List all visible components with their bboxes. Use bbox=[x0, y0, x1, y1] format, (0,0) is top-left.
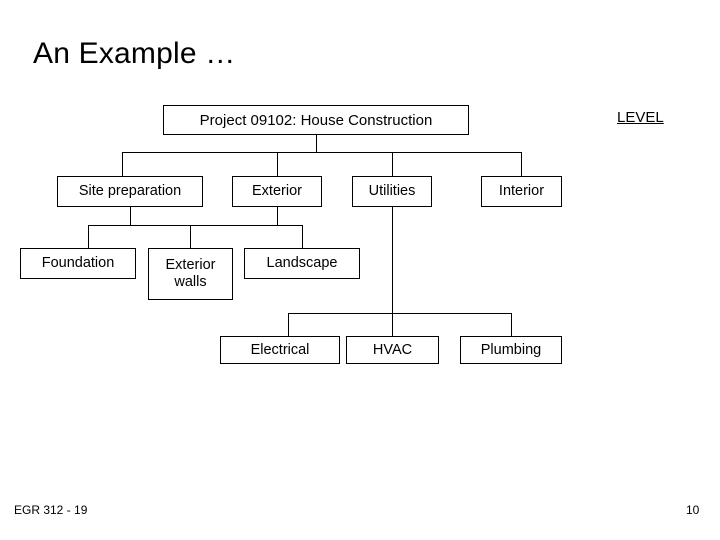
node-exterior-walls: Exterior walls bbox=[148, 248, 233, 300]
connector-bus-level3-to-level4 bbox=[288, 313, 512, 314]
node-site-preparation: Site preparation bbox=[57, 176, 203, 207]
connector-drop-site bbox=[122, 152, 123, 176]
connector-drop-exterior-walls bbox=[190, 225, 191, 248]
footer-page-number: 10 bbox=[686, 503, 700, 517]
node-label: Electrical bbox=[250, 341, 310, 358]
node-label: Site preparation bbox=[78, 183, 182, 199]
node-plumbing: Plumbing bbox=[460, 336, 562, 364]
connector-bus-level2-to-level3 bbox=[88, 225, 303, 226]
node-landscape: Landscape bbox=[244, 248, 360, 279]
connector-utilities-stem bbox=[392, 207, 393, 313]
node-label: Exterior bbox=[252, 183, 302, 199]
node-label: Foundation bbox=[41, 255, 115, 271]
connector-exterior-stem bbox=[277, 207, 278, 225]
node-label: Interior bbox=[498, 183, 545, 199]
node-hvac: HVAC bbox=[346, 336, 439, 364]
connector-drop-interior bbox=[521, 152, 522, 176]
connector-root-stem bbox=[316, 135, 317, 152]
node-label: Plumbing bbox=[480, 341, 542, 358]
connector-bus-level1-to-level2 bbox=[122, 152, 521, 153]
footer-course-label: EGR 312 - 19 bbox=[14, 503, 88, 517]
connector-drop-utilities bbox=[392, 152, 393, 176]
node-interior: Interior bbox=[481, 176, 562, 207]
slide-canvas: An Example … LEVEL Project 09102: House … bbox=[0, 0, 720, 540]
node-exterior: Exterior bbox=[232, 176, 322, 207]
connector-drop-foundation bbox=[88, 225, 89, 248]
node-label: Exterior walls bbox=[165, 257, 216, 290]
node-label: Project 09102: House Construction bbox=[199, 111, 433, 129]
connector-drop-exterior bbox=[277, 152, 278, 176]
connector-drop-hvac bbox=[392, 313, 393, 336]
node-utilities: Utilities bbox=[352, 176, 432, 207]
node-foundation: Foundation bbox=[20, 248, 136, 279]
node-label: Landscape bbox=[266, 255, 338, 271]
connector-drop-electrical bbox=[288, 313, 289, 336]
level-label: LEVEL bbox=[617, 109, 664, 126]
connector-drop-landscape bbox=[302, 225, 303, 248]
connector-drop-plumbing bbox=[511, 313, 512, 336]
node-project-root: Project 09102: House Construction bbox=[163, 105, 469, 135]
page-title: An Example … bbox=[33, 37, 236, 70]
connector-site-stem bbox=[130, 207, 131, 225]
node-label: Utilities bbox=[368, 183, 416, 199]
node-electrical: Electrical bbox=[220, 336, 340, 364]
node-label: HVAC bbox=[372, 341, 413, 358]
